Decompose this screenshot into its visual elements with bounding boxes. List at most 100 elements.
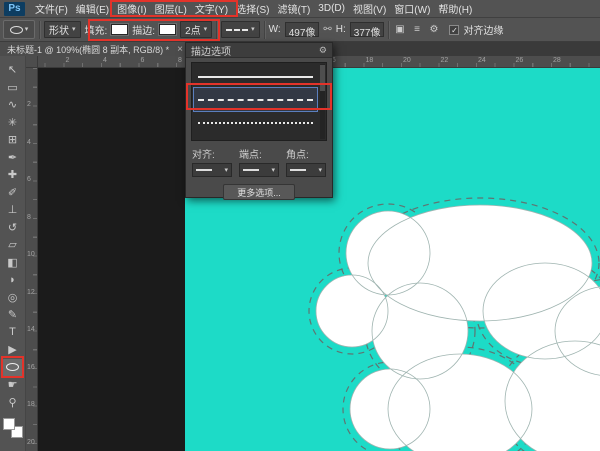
menu-item-7[interactable]: 3D(D)	[314, 0, 349, 17]
caret-down-icon: ▾	[25, 26, 29, 33]
ruler-number: 28	[553, 57, 561, 64]
ruler-number: 14	[27, 326, 35, 333]
eraser-tool[interactable]: ▱	[2, 236, 24, 254]
menu-item-5[interactable]: 选择(S)	[232, 0, 273, 17]
corners-select-group: 角点:▾	[286, 146, 326, 177]
scrollbar[interactable]	[320, 64, 325, 139]
separator	[264, 21, 265, 39]
solid-stroke-style[interactable]	[194, 65, 317, 88]
ruler-number: 12	[27, 289, 35, 296]
caret-down-icon: ▾	[224, 167, 228, 174]
ruler-number: 8	[27, 214, 31, 221]
clone-stamp-tool[interactable]: ⊥	[2, 201, 24, 219]
panel-title: 描边选项	[191, 43, 231, 58]
close-icon[interactable]: ×	[177, 44, 183, 55]
path-alignment-icon[interactable]: ≡	[410, 24, 423, 35]
align-select[interactable]: ▾	[192, 163, 232, 177]
menu-item-8[interactable]: 视图(V)	[349, 0, 390, 17]
menu-item-4[interactable]: 文字(Y)	[191, 0, 232, 17]
hand-tool[interactable]: ☛	[2, 376, 24, 394]
caps-select-group: 端点: ▾	[239, 146, 279, 177]
tool-preset-button[interactable]: ▾	[3, 20, 35, 39]
healing-brush-tool[interactable]: ✚	[2, 166, 24, 184]
gear-icon[interactable]: ⚙	[427, 24, 440, 35]
dotted-stroke-style[interactable]	[194, 111, 317, 134]
ruler-number: 16	[27, 364, 35, 371]
menu-item-10[interactable]: 帮助(H)	[434, 0, 476, 17]
caret-down-icon: ▾	[318, 167, 322, 174]
dodge-tool[interactable]: ◎	[2, 289, 24, 307]
corners-select[interactable]: ▾	[286, 163, 326, 177]
ruler-number: 20	[27, 439, 35, 446]
separator	[39, 21, 40, 39]
color-swatches[interactable]	[3, 418, 23, 438]
caps-select-label: 端点:	[239, 146, 279, 161]
align-edges-checkbox[interactable]: ✓	[449, 25, 459, 35]
align-select-label: 对齐:	[192, 146, 232, 161]
eyedropper-tool[interactable]: ✒	[2, 149, 24, 167]
menu-item-9[interactable]: 窗口(W)	[390, 0, 434, 17]
menu-item-2[interactable]: 图像(I)	[113, 0, 150, 17]
tool-mode-select[interactable]: 形状 ▾	[44, 21, 81, 38]
ruler-number: 10	[27, 251, 35, 258]
solid-line-icon	[198, 76, 314, 78]
menu-item-3[interactable]: 图层(L)	[151, 0, 191, 17]
pen-tool[interactable]: ✎	[2, 306, 24, 324]
caps-select[interactable]: ▾	[239, 163, 279, 177]
ruler-number: 6	[27, 176, 31, 183]
menu-item-0[interactable]: 文件(F)	[31, 0, 72, 17]
ellipse-preset-icon	[10, 26, 23, 34]
photoshop-logo: Ps	[4, 2, 25, 16]
foreground-color-swatch[interactable]	[3, 418, 15, 430]
caret-down-icon: ▾	[204, 26, 208, 33]
marquee-tool[interactable]: ▭	[2, 79, 24, 97]
lasso-tool[interactable]: ∿	[2, 96, 24, 114]
vertical-ruler: 2468101214161820	[26, 68, 38, 451]
move-tool[interactable]: ↖	[2, 61, 24, 79]
crop-tool[interactable]: ⊞	[2, 131, 24, 149]
stroke-width-input[interactable]: 2点 ▾	[180, 21, 212, 38]
align-edges-label: 对齐边缘	[463, 22, 503, 37]
menu-bar: Ps 文件(F)编辑(E)图像(I)图层(L)文字(Y)选择(S)滤镜(T)3D…	[0, 0, 600, 18]
path-selection-tool[interactable]: ▶	[2, 341, 24, 359]
stroke-style-select[interactable]: ▾	[221, 21, 260, 38]
ruler-number: 4	[103, 57, 107, 64]
document-tab[interactable]: 未标题-1 @ 109%(椭圆 8 副本, RGB/8) * ×	[0, 42, 191, 56]
ruler-number: 26	[516, 57, 524, 64]
tool-list: ↖▭∿✳⊞✒✚✐⊥↺▱◧◗◎✎T▶ ☛⚲	[0, 56, 25, 411]
ruler-number: 6	[141, 57, 145, 64]
width-input[interactable]: 497像	[285, 22, 320, 37]
quick-selection-tool[interactable]: ✳	[2, 114, 24, 132]
line-icon	[290, 169, 306, 171]
history-brush-tool[interactable]: ↺	[2, 219, 24, 237]
more-options-button[interactable]: 更多选项...	[223, 184, 295, 200]
line-icon	[196, 169, 212, 171]
photoshop-window: Ps 文件(F)编辑(E)图像(I)图层(L)文字(Y)选择(S)滤镜(T)3D…	[0, 0, 600, 451]
ruler-number: 24	[478, 57, 486, 64]
dotted-line-icon	[198, 122, 314, 124]
type-tool[interactable]: T	[2, 324, 24, 342]
blur-tool[interactable]: ◗	[2, 271, 24, 289]
gradient-tool[interactable]: ◧	[2, 254, 24, 272]
menu-item-6[interactable]: 滤镜(T)	[274, 0, 315, 17]
panel-gear-icon[interactable]: ⚙	[319, 45, 327, 56]
stroke-swatch[interactable]	[159, 24, 176, 35]
path-operations-icon[interactable]: ▣	[393, 24, 406, 35]
ruler-number: 18	[366, 57, 374, 64]
dashed-line-icon	[198, 99, 314, 101]
ruler-number: 8	[178, 57, 182, 64]
menu-item-1[interactable]: 编辑(E)	[72, 0, 113, 17]
ruler-number: 18	[27, 401, 35, 408]
link-dimensions-icon[interactable]: ⚯	[323, 24, 331, 35]
fill-swatch[interactable]	[111, 24, 128, 35]
scrollbar-thumb[interactable]	[320, 65, 325, 91]
zoom-tool[interactable]: ⚲	[2, 394, 24, 412]
separator	[216, 21, 217, 39]
fill-label: 填充:	[85, 22, 108, 37]
height-label: H:	[336, 24, 346, 35]
ellipse-tool[interactable]	[2, 359, 24, 377]
stroke-width-value: 2点	[185, 22, 201, 37]
dashed-stroke-style[interactable]	[194, 88, 317, 111]
brush-tool[interactable]: ✐	[2, 184, 24, 202]
height-input[interactable]: 377像	[350, 22, 385, 37]
